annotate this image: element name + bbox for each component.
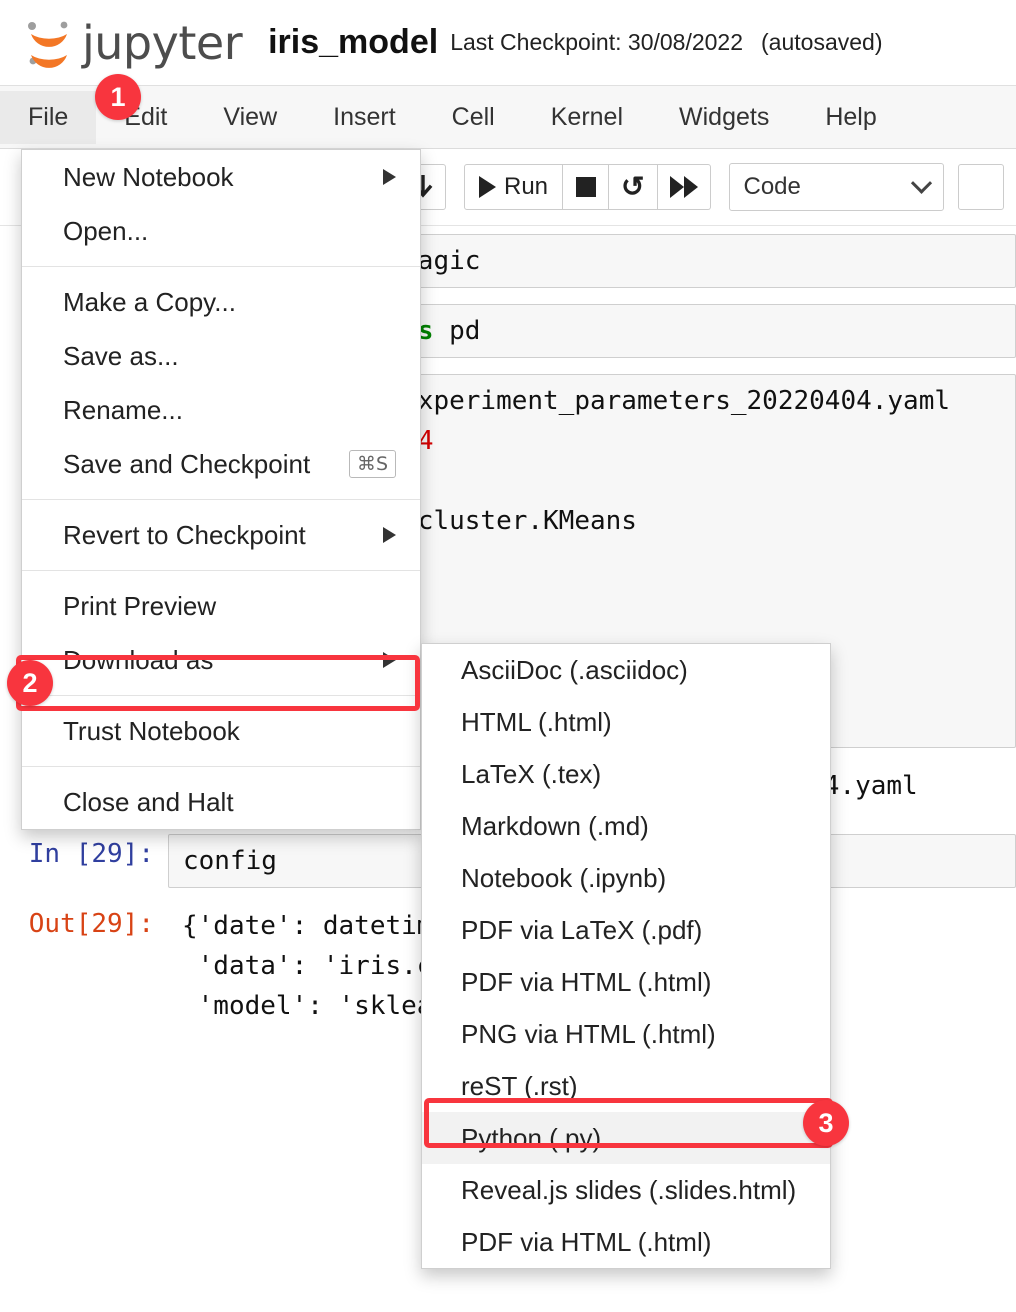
last-checkpoint-label: Last Checkpoint: 30/08/2022 [450, 29, 744, 55]
cell-prompt: In [29]: [28, 839, 154, 869]
fast-forward-icon [669, 176, 698, 198]
restart-run-all-button[interactable] [657, 164, 711, 210]
download-item-asciidoc[interactable]: AsciiDoc (.asciidoc) [422, 644, 830, 696]
menu-widgets[interactable]: Widgets [651, 91, 797, 144]
menu-kernel[interactable]: Kernel [523, 91, 651, 144]
run-button-label: Run [504, 173, 549, 200]
download-item-python[interactable]: Python (.py) [422, 1112, 830, 1164]
file-menu-download-as[interactable]: Download as [22, 633, 420, 687]
menu-bar: File Edit View Insert Cell Kernel Widget… [0, 86, 1016, 149]
download-item-pdf-html-2[interactable]: PDF via HTML (.html) [422, 1216, 830, 1268]
file-menu-save-and-checkpoint[interactable]: Save and Checkpoint ⌘S [22, 437, 420, 491]
file-menu-make-a-copy[interactable]: Make a Copy... [22, 275, 420, 329]
menu-divider [22, 695, 420, 696]
cell-type-value: Code [743, 173, 801, 200]
play-icon [479, 176, 496, 198]
command-palette-button[interactable] [957, 164, 1004, 210]
menu-insert[interactable]: Insert [305, 91, 424, 144]
download-item-latex[interactable]: LaTeX (.tex) [422, 748, 830, 800]
annotation-badge-3: 3 [803, 1100, 849, 1146]
cell-prompt: Out[29]: [28, 909, 154, 939]
menu-view[interactable]: View [195, 91, 305, 144]
run-button[interactable]: Run [464, 164, 564, 210]
download-item-markdown[interactable]: Markdown (.md) [422, 800, 830, 852]
download-item-png-html[interactable]: PNG via HTML (.html) [422, 1008, 830, 1060]
menu-divider [22, 766, 420, 767]
menu-item-label: Print Preview [63, 591, 217, 621]
file-menu-rename[interactable]: Rename... [22, 383, 420, 437]
menu-divider [22, 499, 420, 500]
notebook-header: jupyter iris_model Last Checkpoint: 30/0… [0, 0, 1016, 86]
menu-file[interactable]: File [0, 90, 97, 144]
submenu-arrow-icon [383, 527, 396, 543]
file-menu-print-preview[interactable]: Print Preview [22, 579, 420, 633]
keyboard-shortcut-label: ⌘S [348, 450, 396, 478]
jupyter-logo-icon[interactable] [26, 17, 72, 69]
menu-divider [22, 570, 420, 571]
run-controls-group: Run ↺ [464, 164, 711, 210]
menu-item-label: Close and Halt [63, 787, 234, 817]
file-menu-trust-notebook[interactable]: Trust Notebook [22, 704, 420, 758]
stop-button[interactable] [563, 164, 610, 210]
file-menu-save-as[interactable]: Save as... [22, 329, 420, 383]
submenu-arrow-icon [383, 652, 396, 668]
menu-item-label: Open... [63, 216, 149, 246]
file-menu-open[interactable]: Open... [22, 204, 420, 258]
menu-item-label: Revert to Checkpoint [63, 520, 306, 550]
submenu-arrow-icon [383, 169, 396, 185]
menu-item-label: New Notebook [63, 162, 234, 192]
download-item-revealjs[interactable]: Reveal.js slides (.slides.html) [422, 1164, 830, 1216]
chevron-down-icon [910, 172, 932, 194]
file-menu-close-and-halt[interactable]: Close and Halt [22, 775, 420, 829]
menu-item-label: Make a Copy... [63, 287, 236, 317]
menu-divider [22, 266, 420, 267]
stop-square-icon [575, 177, 596, 197]
menu-item-label: Rename... [63, 395, 183, 425]
menu-cell[interactable]: Cell [424, 91, 523, 144]
download-item-notebook[interactable]: Notebook (.ipynb) [422, 852, 830, 904]
download-item-pdf-html[interactable]: PDF via HTML (.html) [422, 956, 830, 1008]
file-menu-revert-to-checkpoint[interactable]: Revert to Checkpoint [22, 508, 420, 562]
notebook-title[interactable]: iris_model [268, 23, 438, 62]
jupyter-notebook-window: jupyter iris_model Last Checkpoint: 30/0… [0, 0, 1016, 1312]
menu-item-label: Save and Checkpoint [63, 449, 311, 479]
download-as-submenu: AsciiDoc (.asciidoc) HTML (.html) LaTeX … [421, 643, 831, 1269]
file-menu-new-notebook[interactable]: New Notebook [22, 150, 420, 204]
jupyter-wordmark[interactable]: jupyter [82, 20, 243, 66]
download-item-rest[interactable]: reST (.rst) [422, 1060, 830, 1112]
download-item-html[interactable]: HTML (.html) [422, 696, 830, 748]
cell-type-select[interactable]: Code [728, 163, 944, 211]
menu-help[interactable]: Help [797, 91, 904, 144]
annotation-badge-2: 2 [7, 660, 53, 706]
menu-item-label: Trust Notebook [63, 716, 240, 746]
menu-item-label: Download as [63, 645, 214, 675]
file-menu-dropdown: New Notebook Open... Make a Copy... Save… [21, 149, 421, 830]
download-item-pdf-latex[interactable]: PDF via LaTeX (.pdf) [422, 904, 830, 956]
annotation-badge-1: 1 [95, 74, 141, 120]
menu-item-label: Save as... [63, 341, 179, 371]
autosave-status: (autosaved) [761, 29, 883, 55]
restart-circular-arrow-icon: ↺ [621, 171, 645, 202]
restart-kernel-button[interactable]: ↺ [609, 164, 658, 210]
